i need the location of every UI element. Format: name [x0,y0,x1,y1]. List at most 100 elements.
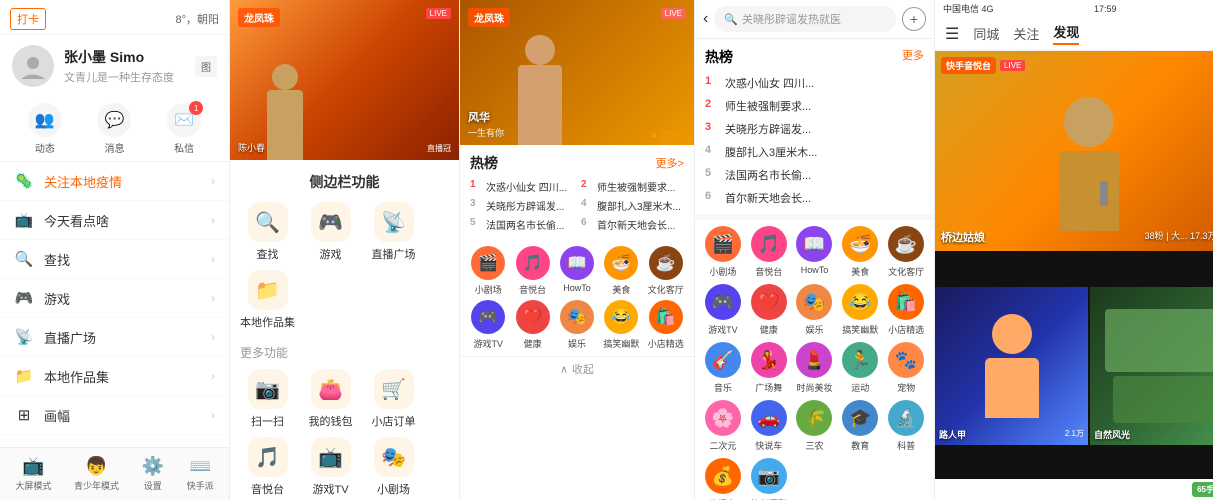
p4-cat-2[interactable]: 📖 HowTo [795,226,835,278]
cat-xiaojuchang[interactable]: 🎬 小剧场 [468,246,508,296]
hot-list: 1 次惑小仙女 四川... 2 师生被强制要求... 3 关晓彤方辟谣发... [470,179,684,232]
menu-icon-p5[interactable]: ☰ [945,24,959,44]
top-video-stats: 38粉 | 大... 17.3万 播放 [1145,229,1213,245]
collapse-bar[interactable]: ∧ 收起 [460,356,694,381]
p4-cat-10[interactable]: 🎸 音乐 [703,342,743,394]
dm-icon-item[interactable]: ✉️ 1 私信 [167,103,201,155]
p4-cat-0[interactable]: 🎬 小剧场 [703,226,743,278]
yinyuetai-item[interactable]: 🎵 音悦台 [240,437,295,497]
p4-hot-item-6[interactable]: 6 首尔新天地会长... [705,190,924,206]
panel5-cell-1[interactable]: 路人甲 2.1万 [935,287,1088,445]
cat-wenhua[interactable]: ☕ 文化客厅 [646,246,686,296]
panel5-cell-2[interactable]: 自然风光 5万 A2 [1090,287,1213,445]
top-video-header: 快手音悦台 LIVE [941,57,1025,74]
p4-cat-20[interactable]: 💰 资讯台 [703,458,743,500]
cell1-head [992,314,1032,354]
p4-cat-icon-21: 📷 [751,458,787,494]
hot-item-4[interactable]: 4 腹部扎入3厘米木... [581,198,684,213]
cell1-overlay: 路人甲 2.1万 [939,428,1084,441]
p4-cat-4[interactable]: ☕ 文化客厅 [886,226,926,278]
p4-cat-12[interactable]: 💄 时尚美妆 [795,342,835,394]
p4-cat-19[interactable]: 🔬 科普 [886,400,926,452]
cat-howto[interactable]: 📖 HowTo [557,246,597,296]
cat-health[interactable]: ❤️ 健康 [512,300,552,350]
p4-cat-21[interactable]: 📷 旅行摄影 [749,458,789,500]
sidebar-search-item[interactable]: 🔍 查找 [240,202,295,262]
qr-button[interactable]: 图 [195,56,217,77]
p4-cat-icon-13: 🏃 [842,342,878,378]
dm-label: 私信 [174,140,194,155]
menu-game[interactable]: 🎮 游戏 › [0,279,229,318]
gametv-icon: 📺 [311,437,351,477]
guanzhu-tab[interactable]: 关注 [1013,24,1039,43]
faxian-tab[interactable]: 发现 [1053,22,1079,45]
cat-meishi[interactable]: 🍜 美食 [601,246,641,296]
sidebar-local-item[interactable]: 📁 本地作品集 [240,270,295,330]
hot-item-1[interactable]: 1 次惑小仙女 四川... [470,179,573,194]
shop-order-item[interactable]: 🛒 小店订单 [366,369,421,429]
p4-cat-6[interactable]: ❤️ 健康 [749,284,789,336]
avatar[interactable] [12,45,54,87]
p4-hot-item-2[interactable]: 2 师生被强制要求... [705,98,924,114]
hot-more[interactable]: 更多> [656,155,684,171]
menu-epidemic[interactable]: 🦠 关注本地疫情 › [0,162,229,201]
p4-cat-17[interactable]: 🌾 三农 [795,400,835,452]
xiaojuchang-item[interactable]: 🎭 小剧场 [366,437,421,497]
p4-cat-1[interactable]: 🎵 音悦台 [749,226,789,278]
activity-icon-item[interactable]: 👥 动态 [28,103,62,155]
hot-item-5[interactable]: 5 法国两名市长偷... [470,217,573,232]
gametv-item[interactable]: 📺 游戏TV [303,437,358,497]
p4-cat-14[interactable]: 🐾 宠物 [886,342,926,394]
cat-ent[interactable]: 🎭 娱乐 [557,300,597,350]
scan-item[interactable]: 📷 扫一扫 [240,369,295,429]
sidebar-live-item[interactable]: 📡 直播广场 [366,202,421,262]
panel4-hot-more[interactable]: 更多 [902,47,924,67]
cat-funny[interactable]: 😂 搞笑幽默 [601,300,641,350]
wallet-item[interactable]: 👛 我的钱包 [303,369,358,429]
p4-cat-11[interactable]: 💃 广场舞 [749,342,789,394]
youth-btn[interactable]: 👦 青少年模式 [74,456,119,492]
p4-cat-3[interactable]: 🍜 美食 [840,226,880,278]
message-icon-item[interactable]: 💬 消息 [97,103,131,155]
p4-cat-15[interactable]: 🌸 二次元 [703,400,743,452]
hot-item-2[interactable]: 2 师生被强制要求... [581,179,684,194]
panel2-basic-icons: 🔍 查找 🎮 游戏 📡 直播广场 📁 本地作品集 [240,202,449,330]
p4-hot-item-3[interactable]: 3 关晓彤方辟谣发... [705,121,924,137]
p4-cat-18[interactable]: 🎓 教育 [840,400,880,452]
hot-item-3[interactable]: 3 关晓彤方辟谣发... [470,198,573,213]
kuaishou-btn[interactable]: ⌨️ 快手派 [187,456,214,492]
back-button[interactable]: ‹ [703,10,708,28]
p4-cat-7[interactable]: 🎭 娱乐 [795,284,835,336]
cat-shop[interactable]: 🛍️ 小店精选 [646,300,686,350]
p4-cat-9[interactable]: 🛍️ 小店精选 [886,284,926,336]
settings-btn[interactable]: ⚙️ 设置 [142,456,164,492]
menu-frame[interactable]: ⊞ 画幅 › [0,396,229,435]
cat-gametv[interactable]: 🎮 游戏TV [468,300,508,350]
p4-cat-8[interactable]: 😂 搞笑幽默 [840,284,880,336]
bigscreen-btn[interactable]: 📺 大屏模式 [15,456,51,492]
cat-yinyuetai[interactable]: 🎵 音悦台 [512,246,552,296]
p4-hot-item-1[interactable]: 1 次惑小仙女 四川... [705,75,924,91]
p4-cat-16[interactable]: 🚗 快说车 [749,400,789,452]
cell2-nature [1105,309,1213,372]
checkin-button[interactable]: 打卡 [10,8,46,30]
menu-search[interactable]: 🔍 查找 › [0,240,229,279]
p4-hot-item-5[interactable]: 5 法国两名市长偷... [705,167,924,183]
p4-cat-13[interactable]: 🏃 运动 [840,342,880,394]
menu-live[interactable]: 📡 直播广场 › [0,318,229,357]
hot-item-6[interactable]: 6 首尔新天地会长... [581,217,684,232]
p4-hot-item-4[interactable]: 4 腹部扎入3厘米木... [705,144,924,160]
p4-cat-5[interactable]: 🎮 游戏TV [703,284,743,336]
menu-watch[interactable]: 📺 今天看点啥 › [0,201,229,240]
p4-text-2: 师生被强制要求... [725,98,924,114]
panel5-top-video[interactable]: 快手音悦台 LIVE 桥边姑娘 38粉 | 大... 17.3万 播放 [935,51,1213,251]
menu-local[interactable]: 📁 本地作品集 › [0,357,229,396]
hot-text-6: 首尔新天地会长... [597,217,684,232]
tongcheng-tab[interactable]: 同城 [973,24,999,43]
sidebar-game-item[interactable]: 🎮 游戏 [303,202,358,262]
search-bar[interactable]: 🔍 关晓彤辟谣发热就医 [714,6,896,32]
panel2-person-title: 直播冠 [427,143,451,154]
cat-gametv-icon: 🎮 [471,300,505,334]
person-body1 [267,90,303,160]
add-button[interactable]: + [902,7,926,31]
